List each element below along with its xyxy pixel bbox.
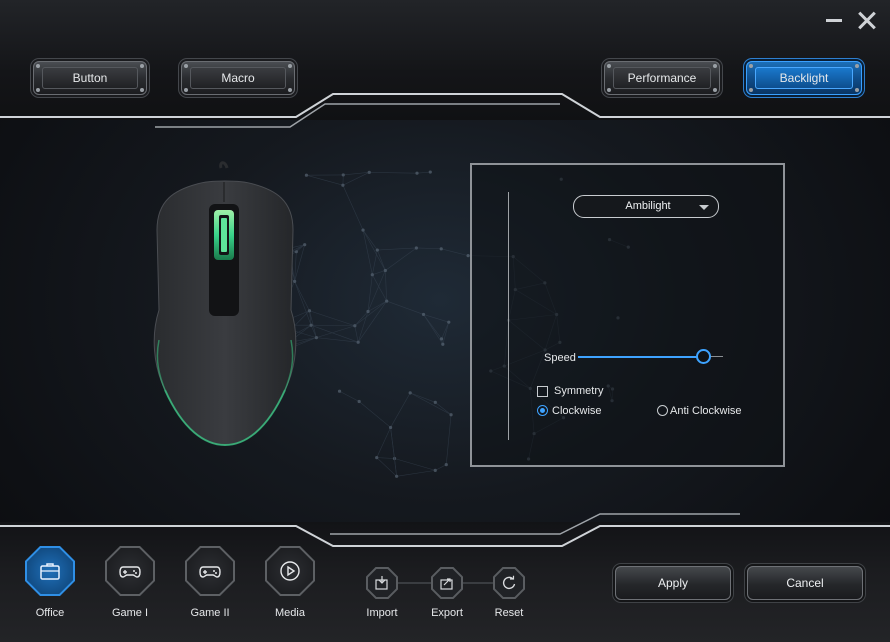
- tab-performance-label: Performance: [613, 67, 711, 89]
- profile-office-label: Office: [35, 607, 65, 619]
- cancel-label: Cancel: [786, 576, 824, 590]
- profile-office-button[interactable]: [25, 546, 75, 596]
- profile-game1-label: Game I: [111, 607, 149, 619]
- speed-label: Speed: [544, 352, 576, 364]
- rivet-decoration: [184, 88, 188, 92]
- rivet-decoration: [36, 64, 40, 68]
- tab-button[interactable]: Button: [33, 61, 147, 95]
- profile-game2-label: Game II: [190, 607, 230, 619]
- reset-icon: [502, 575, 516, 590]
- tab-macro-label: Macro: [190, 67, 286, 89]
- tab-backlight-label: Backlight: [755, 67, 853, 89]
- profile-media-label: Media: [275, 607, 305, 619]
- import-button[interactable]: [366, 567, 398, 599]
- rivet-decoration: [607, 88, 611, 92]
- import-icon: [375, 576, 388, 590]
- tab-macro[interactable]: Macro: [181, 61, 295, 95]
- rivet-decoration: [184, 64, 188, 68]
- mouse-image: [153, 161, 297, 447]
- tab-backlight[interactable]: Backlight: [746, 61, 862, 95]
- import-label: Import: [366, 607, 398, 619]
- export-label: Export: [431, 607, 463, 619]
- reset-label: Reset: [494, 607, 524, 619]
- profile-game1-button[interactable]: [105, 546, 155, 596]
- rivet-decoration: [855, 88, 859, 92]
- export-button[interactable]: [431, 567, 463, 599]
- anti-clockwise-label: Anti Clockwise: [670, 405, 742, 417]
- clockwise-radio[interactable]: [537, 405, 548, 416]
- tab-performance[interactable]: Performance: [604, 61, 720, 95]
- export-icon: [440, 578, 453, 590]
- rivet-decoration: [288, 88, 292, 92]
- reset-button[interactable]: [493, 567, 525, 599]
- symmetry-checkbox[interactable]: [537, 386, 548, 397]
- rivet-decoration: [140, 88, 144, 92]
- speed-slider-thumb[interactable]: [695, 349, 711, 364]
- anti-clockwise-radio[interactable]: [657, 405, 668, 416]
- minimize-icon[interactable]: [824, 10, 844, 30]
- briefcase-icon: [40, 563, 60, 580]
- profile-media-button[interactable]: [265, 546, 315, 596]
- close-icon[interactable]: [856, 10, 876, 30]
- rivet-decoration: [36, 88, 40, 92]
- tab-button-label: Button: [42, 67, 138, 89]
- apply-label: Apply: [657, 576, 689, 590]
- gamepad-icon: [199, 566, 221, 578]
- clockwise-label: Clockwise: [552, 405, 602, 417]
- rivet-decoration: [607, 64, 611, 68]
- rivet-decoration: [288, 64, 292, 68]
- speed-slider-fill: [578, 356, 703, 358]
- action-connector: [462, 582, 496, 584]
- rivet-decoration: [713, 64, 717, 68]
- rivet-decoration: [855, 64, 859, 68]
- app-window: Button Macro Performance Backlight Ambil…: [0, 0, 890, 642]
- panel-divider: [508, 192, 509, 440]
- action-connector: [398, 582, 434, 584]
- rivet-decoration: [749, 88, 753, 92]
- chevron-down-icon: [699, 205, 709, 210]
- apply-button[interactable]: Apply: [615, 566, 731, 600]
- gamepad-icon: [119, 566, 141, 578]
- profile-game2-button[interactable]: [185, 546, 235, 596]
- effect-dropdown[interactable]: Ambilight: [573, 195, 719, 218]
- play-icon: [280, 561, 300, 581]
- rivet-decoration: [749, 64, 753, 68]
- symmetry-label: Symmetry: [554, 385, 604, 397]
- rivet-decoration: [140, 64, 144, 68]
- rivet-decoration: [713, 88, 717, 92]
- cancel-button[interactable]: Cancel: [747, 566, 863, 600]
